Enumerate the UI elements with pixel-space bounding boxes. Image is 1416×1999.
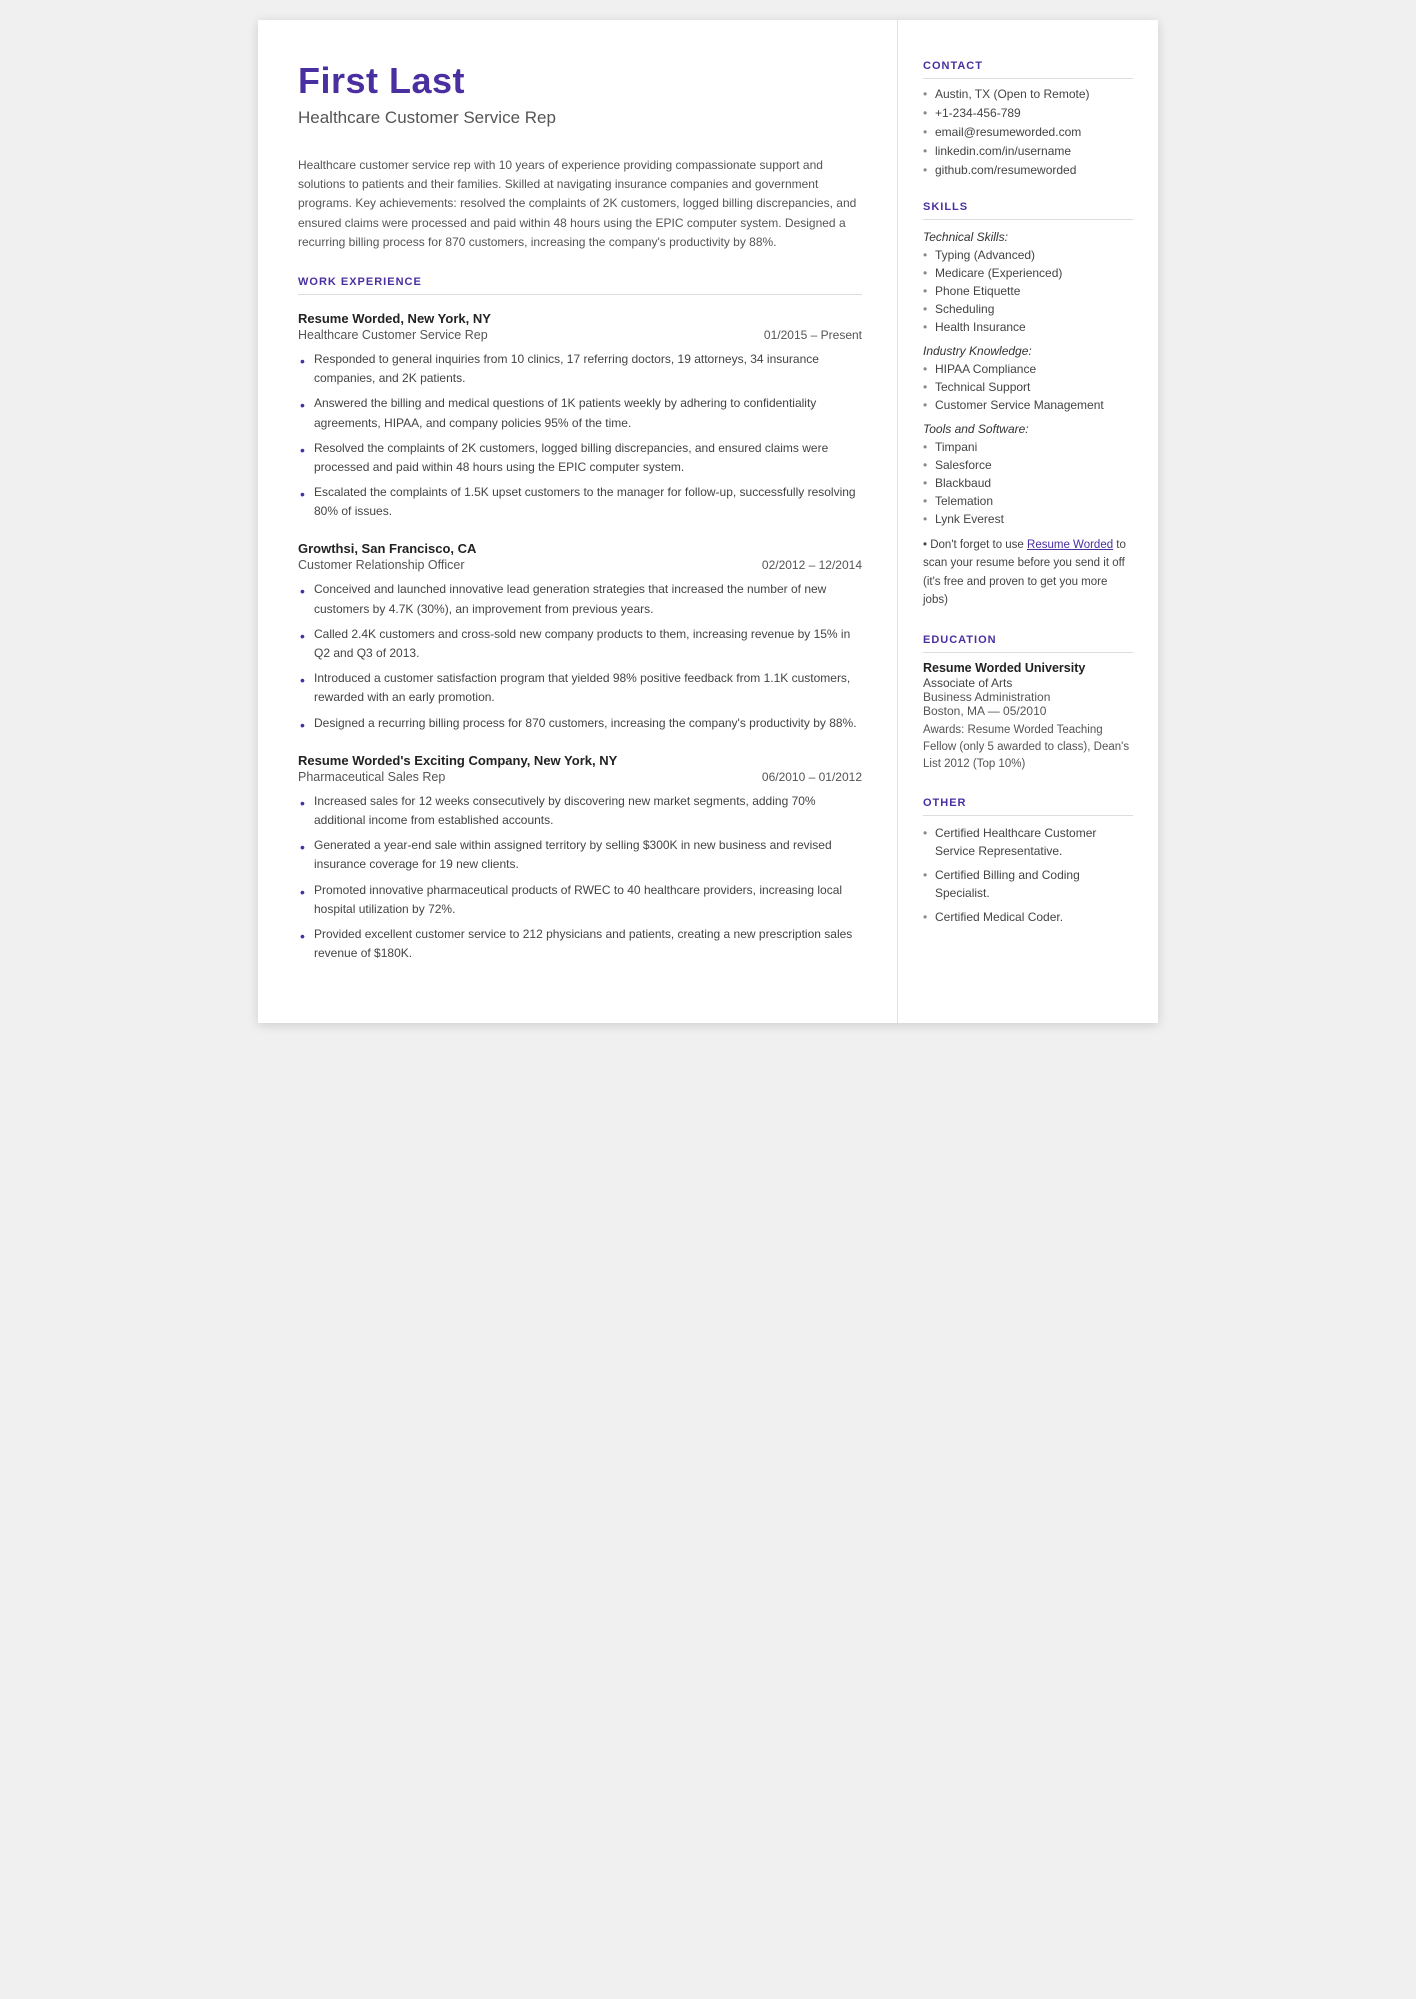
other-item: Certified Medical Coder. <box>923 908 1133 926</box>
job-bullets-3: Increased sales for 12 weeks consecutive… <box>298 792 862 964</box>
bullet: Increased sales for 12 weeks consecutive… <box>298 792 862 830</box>
job-block-1: Resume Worded, New York, NY Healthcare C… <box>298 311 862 522</box>
bullet: Generated a year-end sale within assigne… <box>298 836 862 874</box>
contact-item: github.com/resumeworded <box>923 163 1133 177</box>
contact-list: Austin, TX (Open to Remote) +1-234-456-7… <box>923 87 1133 177</box>
technical-skills-list: Typing (Advanced) Medicare (Experienced)… <box>923 248 1133 334</box>
other-list: Certified Healthcare Customer Service Re… <box>923 824 1133 926</box>
skill-item: HIPAA Compliance <box>923 362 1133 376</box>
name: First Last <box>298 60 862 102</box>
bullet: Called 2.4K customers and cross-sold new… <box>298 625 862 663</box>
other-section: OTHER Certified Healthcare Customer Serv… <box>923 797 1133 926</box>
skill-item: Scheduling <box>923 302 1133 316</box>
job-role-2: Customer Relationship Officer <box>298 558 465 572</box>
job-title: Healthcare Customer Service Rep <box>298 108 862 140</box>
industry-skills-label: Industry Knowledge: <box>923 344 1133 358</box>
education-section: EDUCATION Resume Worded University Assoc… <box>923 634 1133 774</box>
job-role-3: Pharmaceutical Sales Rep <box>298 770 445 784</box>
skill-item: Technical Support <box>923 380 1133 394</box>
job-dates-3: 06/2010 – 01/2012 <box>762 770 862 784</box>
work-experience-section: WORK EXPERIENCE Resume Worded, New York,… <box>298 276 862 963</box>
bullet: Answered the billing and medical questio… <box>298 394 862 432</box>
bullet: Designed a recurring billing process for… <box>298 714 862 733</box>
skill-item: Medicare (Experienced) <box>923 266 1133 280</box>
other-item: Certified Billing and Coding Specialist. <box>923 866 1133 902</box>
rw-note: • Don't forget to use Resume Worded to s… <box>923 536 1133 610</box>
edu-field: Business Administration <box>923 690 1133 704</box>
job-bullets-2: Conceived and launched innovative lead g… <box>298 580 862 732</box>
edu-block-1: Resume Worded University Associate of Ar… <box>923 661 1133 774</box>
skill-item: Lynk Everest <box>923 512 1133 526</box>
contact-item: +1-234-456-789 <box>923 106 1133 120</box>
bullet: Resolved the complaints of 2K customers,… <box>298 439 862 477</box>
contact-item: linkedin.com/in/username <box>923 144 1133 158</box>
right-column: CONTACT Austin, TX (Open to Remote) +1-2… <box>898 20 1158 1023</box>
job-header-1: Healthcare Customer Service Rep 01/2015 … <box>298 328 862 342</box>
other-item: Certified Healthcare Customer Service Re… <box>923 824 1133 860</box>
skill-item: Timpani <box>923 440 1133 454</box>
tools-skills-label: Tools and Software: <box>923 422 1133 436</box>
job-dates-2: 02/2012 – 12/2014 <box>762 558 862 572</box>
rw-link[interactable]: Resume Worded <box>1027 539 1113 551</box>
other-title: OTHER <box>923 797 1133 816</box>
skill-item: Telemation <box>923 494 1133 508</box>
company-3: Resume Worded's Exciting Company, New Yo… <box>298 753 862 768</box>
contact-title: CONTACT <box>923 60 1133 79</box>
technical-skills-label: Technical Skills: <box>923 230 1133 244</box>
contact-item: Austin, TX (Open to Remote) <box>923 87 1133 101</box>
bullet: Responded to general inquiries from 10 c… <box>298 350 862 388</box>
edu-degree: Associate of Arts <box>923 676 1133 690</box>
bullet: Promoted innovative pharmaceutical produ… <box>298 881 862 919</box>
contact-section: CONTACT Austin, TX (Open to Remote) +1-2… <box>923 60 1133 177</box>
bullet: Provided excellent customer service to 2… <box>298 925 862 963</box>
job-role-1: Healthcare Customer Service Rep <box>298 328 488 342</box>
resume-container: First Last Healthcare Customer Service R… <box>258 20 1158 1023</box>
company-2: Growthsi, San Francisco, CA <box>298 541 862 556</box>
edu-awards: Awards: Resume Worded Teaching Fellow (o… <box>923 722 1133 774</box>
skill-item: Salesforce <box>923 458 1133 472</box>
job-block-2: Growthsi, San Francisco, CA Customer Rel… <box>298 541 862 732</box>
job-dates-1: 01/2015 – Present <box>764 328 862 342</box>
skills-title: SKILLS <box>923 201 1133 220</box>
job-header-3: Pharmaceutical Sales Rep 06/2010 – 01/20… <box>298 770 862 784</box>
bullet: Escalated the complaints of 1.5K upset c… <box>298 483 862 521</box>
edu-location: Boston, MA — 05/2010 <box>923 704 1133 718</box>
skill-item: Typing (Advanced) <box>923 248 1133 262</box>
contact-item: email@resumeworded.com <box>923 125 1133 139</box>
skills-section: SKILLS Technical Skills: Typing (Advance… <box>923 201 1133 610</box>
skill-item: Health Insurance <box>923 320 1133 334</box>
industry-skills-list: HIPAA Compliance Technical Support Custo… <box>923 362 1133 412</box>
summary: Healthcare customer service rep with 10 … <box>298 156 862 252</box>
bullet: Conceived and launched innovative lead g… <box>298 580 862 618</box>
bullet: Introduced a customer satisfaction progr… <box>298 669 862 707</box>
skill-item: Blackbaud <box>923 476 1133 490</box>
left-column: First Last Healthcare Customer Service R… <box>258 20 898 1023</box>
job-header-2: Customer Relationship Officer 02/2012 – … <box>298 558 862 572</box>
work-experience-title: WORK EXPERIENCE <box>298 276 862 295</box>
education-title: EDUCATION <box>923 634 1133 653</box>
job-bullets-1: Responded to general inquiries from 10 c… <box>298 350 862 522</box>
skill-item: Customer Service Management <box>923 398 1133 412</box>
skill-item: Phone Etiquette <box>923 284 1133 298</box>
edu-school: Resume Worded University <box>923 661 1133 675</box>
tools-skills-list: Timpani Salesforce Blackbaud Telemation … <box>923 440 1133 526</box>
job-block-3: Resume Worded's Exciting Company, New Yo… <box>298 753 862 964</box>
company-1: Resume Worded, New York, NY <box>298 311 862 326</box>
